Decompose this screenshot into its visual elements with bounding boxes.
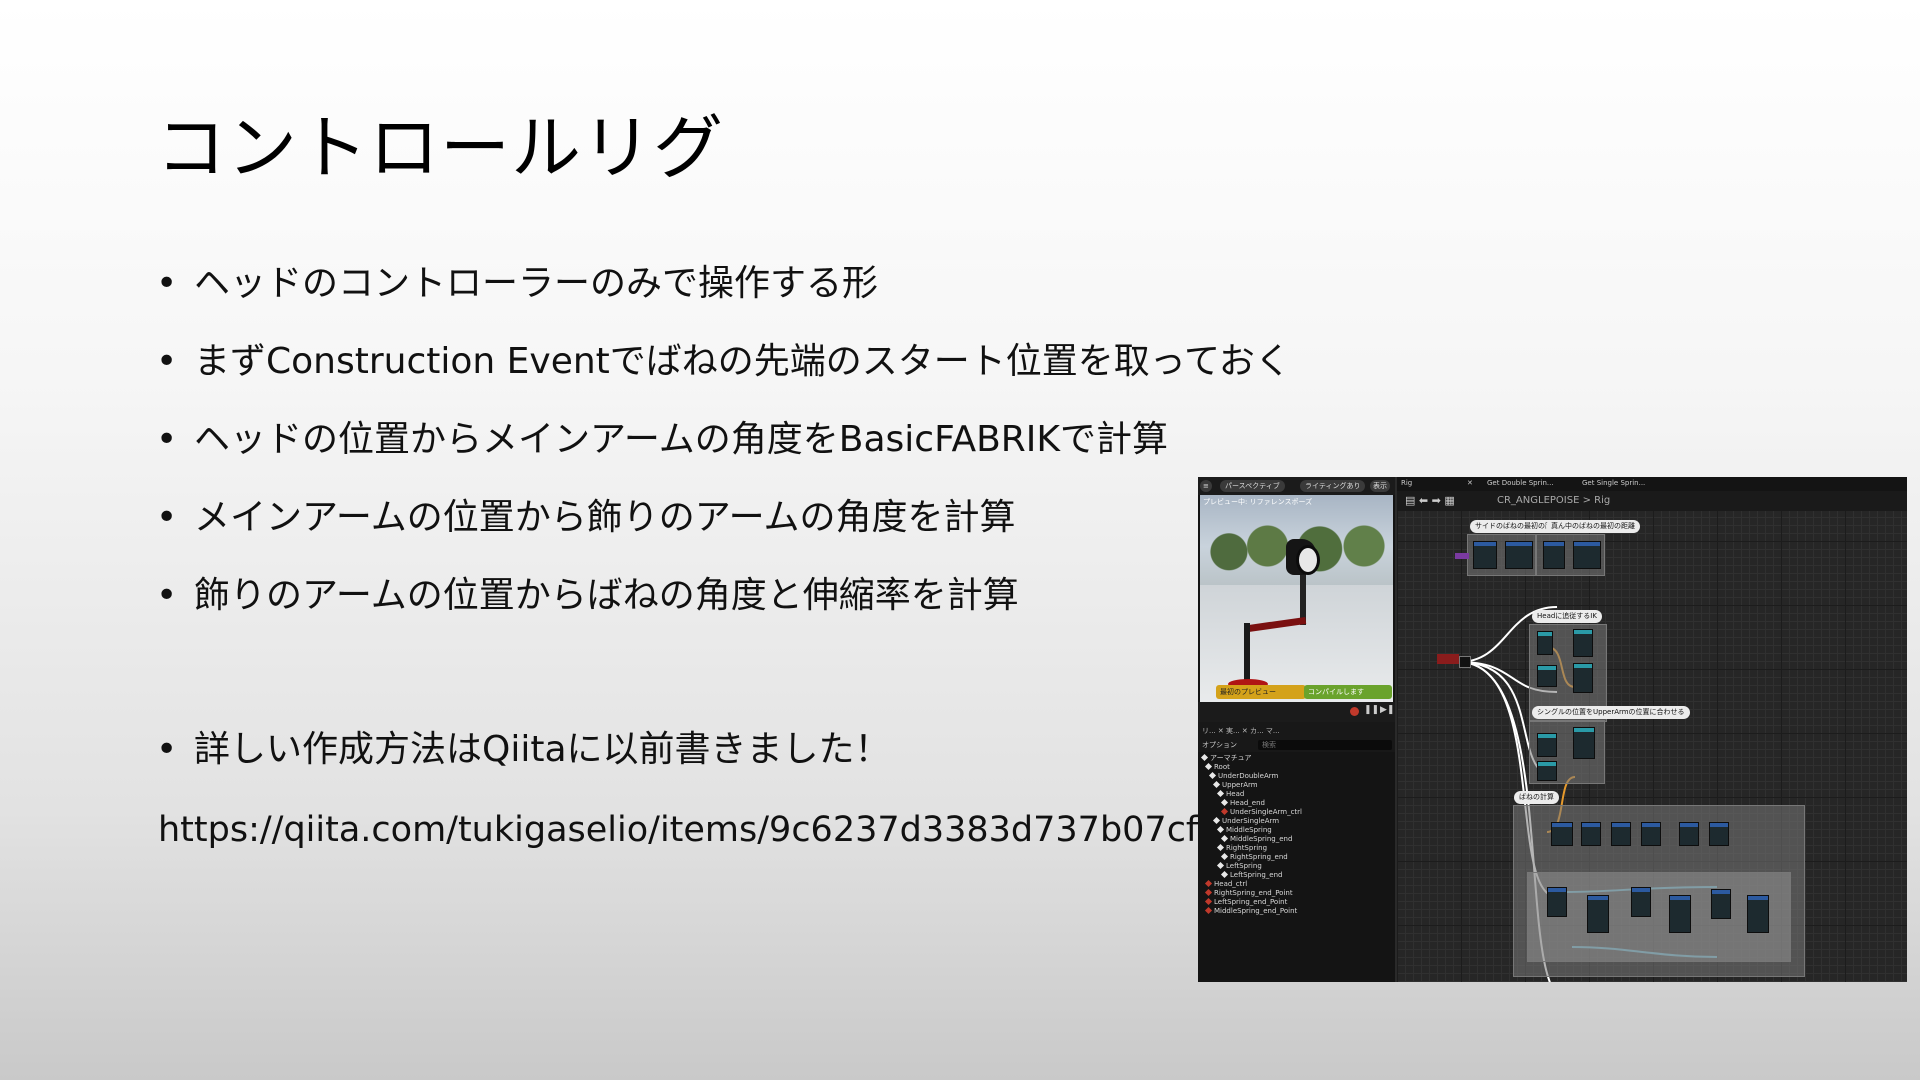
- graph-node[interactable]: [1551, 822, 1573, 846]
- tree-item[interactable]: Head: [1216, 789, 1244, 799]
- pause-icon[interactable]: ❚❚: [1364, 705, 1379, 715]
- viewport-label: プレビュー中: リファレンスポーズ: [1203, 498, 1313, 506]
- graph-node[interactable]: [1611, 822, 1631, 846]
- graph-node[interactable]: [1573, 727, 1595, 759]
- bullet-symbol: •: [156, 497, 178, 538]
- graph-node[interactable]: [1669, 895, 1691, 933]
- tree-item[interactable]: RightSpring_end_Point: [1204, 888, 1293, 898]
- bullet-symbol: •: [156, 341, 178, 382]
- graph-node[interactable]: [1747, 895, 1769, 933]
- graph-node[interactable]: [1543, 541, 1565, 569]
- control-icon: [1204, 897, 1213, 906]
- lighting-button[interactable]: ライティングあり: [1300, 480, 1366, 492]
- preview-viewport[interactable]: プレビュー中: リファレンスポーズ 最初のプレビュー コンパイルします: [1200, 495, 1393, 702]
- lamp-lens: [1296, 545, 1320, 575]
- graph-node[interactable]: [1547, 887, 1567, 917]
- tree-item[interactable]: UnderSingleArm: [1212, 816, 1279, 826]
- variable-node[interactable]: [1455, 553, 1469, 559]
- bullet-symbol: •: [156, 419, 178, 460]
- tree-item[interactable]: UpperArm: [1212, 780, 1258, 790]
- bullet-symbol: •: [156, 263, 178, 304]
- tree-item[interactable]: Head_end: [1220, 798, 1265, 808]
- hierarchy-search-input[interactable]: 検索: [1258, 740, 1392, 750]
- graph-node[interactable]: [1711, 889, 1731, 919]
- bone-icon: [1220, 798, 1229, 807]
- graph-node[interactable]: [1587, 895, 1609, 933]
- bullet-symbol: •: [156, 729, 178, 770]
- tree-item[interactable]: RightSpring_end: [1220, 852, 1288, 862]
- tree-item[interactable]: Head_ctrl: [1204, 879, 1247, 889]
- graph-node[interactable]: [1641, 822, 1661, 846]
- graph-node[interactable]: [1537, 761, 1557, 781]
- bone-icon: [1220, 834, 1229, 843]
- control-node[interactable]: [1437, 654, 1459, 664]
- bone-icon: [1212, 816, 1221, 825]
- graph-node[interactable]: [1537, 733, 1557, 757]
- graph-node[interactable]: [1581, 822, 1601, 846]
- hierarchy-tabs[interactable]: リ... ✕ 実... ✕ カ... マ...: [1202, 726, 1280, 736]
- show-button[interactable]: 表示: [1370, 480, 1390, 492]
- tree-item[interactable]: UnderDoubleArm: [1208, 771, 1278, 781]
- bone-icon: [1204, 762, 1213, 771]
- tree-item[interactable]: MiddleSpring_end: [1220, 834, 1292, 844]
- tree-item[interactable]: MiddleSpring: [1216, 825, 1272, 835]
- qiita-link[interactable]: https://qiita.com/tukigaselio/items/9c62…: [158, 810, 1198, 850]
- bullet-symbol: •: [156, 575, 178, 616]
- comment-label: シングルの位置をUpperArmの位置に合わせる: [1532, 706, 1690, 719]
- tree-item[interactable]: LeftSpring_end: [1220, 870, 1282, 880]
- perspective-button[interactable]: パースペクティブ: [1220, 480, 1285, 492]
- tree-item[interactable]: LeftSpring: [1216, 861, 1262, 871]
- graph-node[interactable]: [1537, 665, 1557, 687]
- bone-icon: [1216, 789, 1225, 798]
- playback-bar: ❚❚ ▶❚: [1198, 702, 1395, 722]
- graph-node[interactable]: [1679, 822, 1699, 846]
- bone-icon: [1208, 771, 1217, 780]
- tree-item[interactable]: LeftSpring_end_Point: [1204, 897, 1287, 907]
- bone-icon: [1216, 843, 1225, 852]
- control-icon: [1204, 879, 1213, 888]
- slide-title: コントロールリグ: [156, 107, 724, 189]
- bone-icon: [1200, 753, 1209, 762]
- control-icon: [1220, 807, 1229, 816]
- hierarchy-header: リ... ✕ 実... ✕ カ... マ... オプション 検索: [1198, 722, 1395, 752]
- viewport-toolbar: ≡ パースペクティブ ライティングあり 表示: [1198, 477, 1395, 495]
- options-dropdown[interactable]: オプション: [1202, 740, 1237, 750]
- graph-node[interactable]: [1631, 887, 1651, 917]
- graph-node[interactable]: [1573, 629, 1593, 657]
- graph-node[interactable]: [1505, 541, 1533, 569]
- comment-label: ばねの計算: [1514, 791, 1559, 804]
- preview-button[interactable]: 最初のプレビュー: [1216, 685, 1306, 699]
- bone-icon: [1220, 852, 1229, 861]
- editor-left-panel: ≡ パースペクティブ ライティングあり 表示 プレビュー中: リファレンスポーズ…: [1198, 477, 1397, 982]
- bone-icon: [1212, 780, 1221, 789]
- graph-node[interactable]: [1473, 541, 1497, 569]
- reroute-node[interactable]: [1459, 656, 1471, 668]
- menu-icon[interactable]: ≡: [1200, 480, 1212, 492]
- tree-item[interactable]: RightSpring: [1216, 843, 1267, 853]
- graph-node[interactable]: [1537, 631, 1553, 655]
- comment-label: 真ん中のばねの最初の距離: [1546, 520, 1640, 533]
- bone-icon: [1216, 861, 1225, 870]
- compile-button[interactable]: コンパイルします: [1304, 685, 1392, 699]
- control-icon: [1204, 906, 1213, 915]
- tree-item[interactable]: UnderSingleArm_ctrl: [1220, 807, 1302, 817]
- tree-item[interactable]: Root: [1204, 762, 1230, 772]
- tree-item[interactable]: アーマチュア: [1200, 753, 1251, 763]
- graph-node[interactable]: [1573, 663, 1593, 693]
- graph-node[interactable]: [1709, 822, 1729, 846]
- bone-icon: [1220, 870, 1229, 879]
- control-rig-editor-screenshot: ≡ パースペクティブ ライティングあり 表示 プレビュー中: リファレンスポーズ…: [1198, 477, 1907, 982]
- step-icon[interactable]: ▶❚: [1380, 705, 1394, 715]
- graph-node[interactable]: [1573, 541, 1601, 569]
- comment-label: Headに追従するIK: [1532, 610, 1602, 623]
- rig-graph[interactable]: Rig ✕ Get Double Sprin... Get Single Spr…: [1397, 477, 1907, 982]
- tree-item[interactable]: MiddleSpring_end_Point: [1204, 906, 1297, 916]
- control-icon: [1204, 888, 1213, 897]
- record-icon[interactable]: [1350, 707, 1359, 716]
- lamp-stand: [1244, 623, 1250, 681]
- bone-icon: [1216, 825, 1225, 834]
